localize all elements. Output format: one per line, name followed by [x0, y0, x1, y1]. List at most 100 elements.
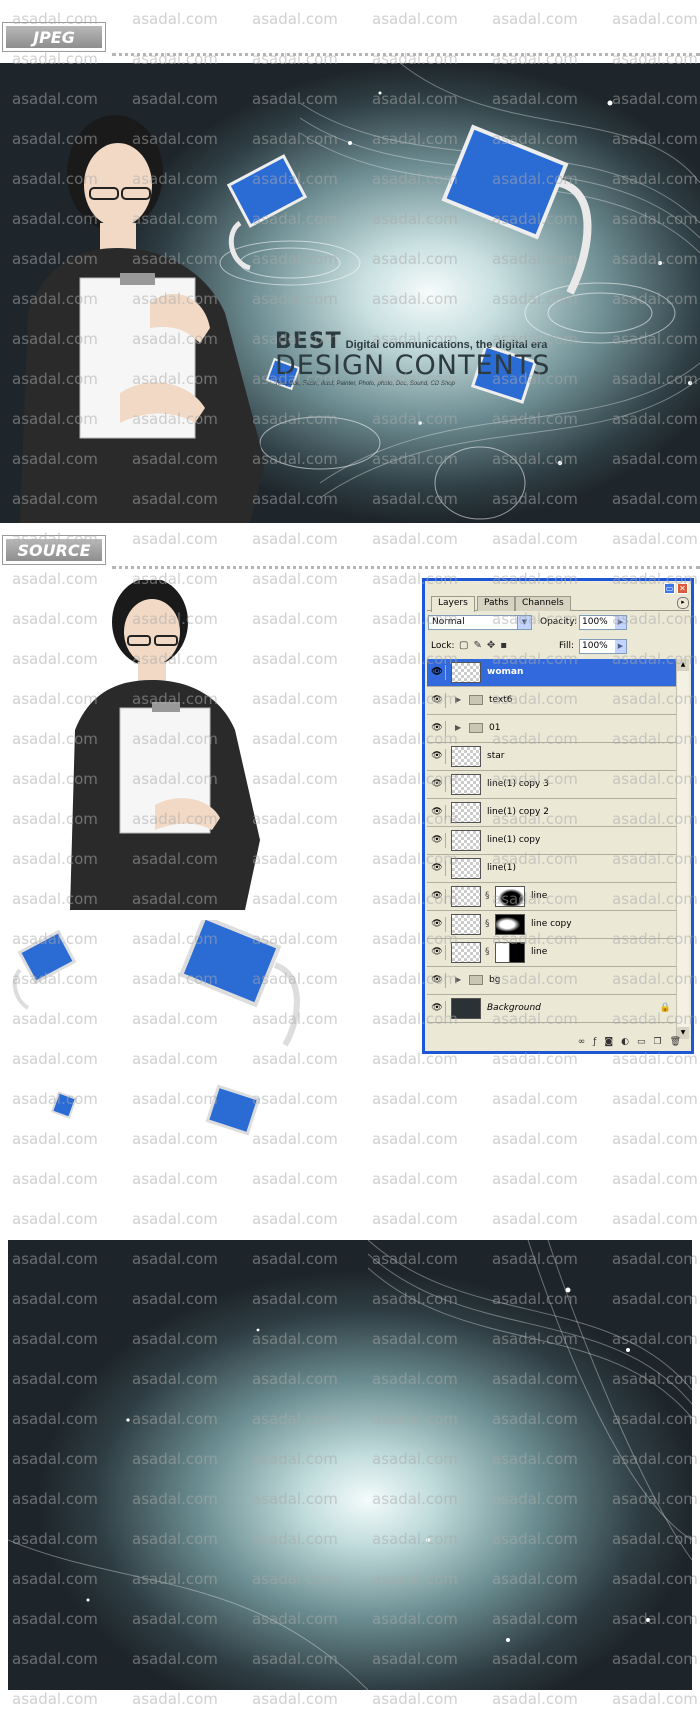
monitor-cutouts	[12, 920, 300, 1136]
layer-thumbnail	[451, 662, 481, 683]
layers-list: 👁 woman 👁 ▶ text6 👁 ▶ 01 👁 star 👁 line(1…	[427, 659, 679, 1039]
lock-transparent-icon[interactable]: ▢	[459, 640, 468, 651]
eye-icon[interactable]: 👁	[429, 721, 446, 736]
dotted-divider-2	[112, 566, 700, 569]
fill-arrow-icon[interactable]: ▶	[615, 640, 626, 653]
layers-scrollbar[interactable]: ▲ ▼	[676, 659, 689, 1039]
watermark-text: asadal.com	[12, 1170, 98, 1188]
lock-move-icon[interactable]: ✥	[487, 640, 495, 651]
new-group-icon[interactable]: ▭	[637, 1037, 646, 1049]
eye-icon[interactable]: 👁	[429, 973, 446, 988]
layer-row[interactable]: 👁 ▶ bg	[427, 967, 679, 995]
expand-arrow-icon[interactable]: ▶	[455, 723, 461, 732]
opacity-value: 100%	[582, 617, 608, 627]
layers-panel: ▭ ✕ Layers Paths Channels ▸ Normal ▼ Opa…	[422, 578, 694, 1054]
eye-icon[interactable]: 👁	[429, 861, 446, 876]
tab-paths[interactable]: Paths	[477, 596, 516, 611]
layer-name: line(1) copy 2	[487, 807, 549, 817]
tab-layers[interactable]: Layers	[431, 596, 475, 612]
link-layers-icon[interactable]: ∞	[578, 1037, 586, 1049]
eye-icon[interactable]: 👁	[429, 665, 446, 680]
watermark-text: asadal.com	[372, 1690, 458, 1708]
layer-thumbnail	[451, 914, 481, 935]
headline-design-contents: DESIGN CONTENTS	[275, 350, 551, 381]
watermark-text: asadal.com	[492, 530, 578, 548]
eye-icon[interactable]: 👁	[429, 749, 446, 764]
lock-icon: 🔒	[659, 1003, 671, 1013]
layer-row[interactable]: 👁 § line	[427, 939, 679, 967]
watermark-text: asadal.com	[612, 1090, 698, 1108]
layer-name: Background	[487, 1003, 541, 1013]
tab-channels[interactable]: Channels	[515, 596, 571, 611]
blend-mode-select[interactable]: Normal ▼	[428, 615, 532, 630]
watermark-text: asadal.com	[492, 1690, 578, 1708]
layer-row[interactable]: 👁 line(1) copy 2	[427, 799, 679, 827]
layer-row[interactable]: 👁 line(1) copy	[427, 827, 679, 855]
eye-icon[interactable]: 👁	[429, 1001, 446, 1016]
new-layer-icon[interactable]: ❐	[653, 1037, 661, 1049]
panel-menu-icon[interactable]: ▸	[677, 597, 689, 609]
folder-icon	[469, 695, 483, 705]
layer-row[interactable]: 👁 star	[427, 743, 679, 771]
watermark-text: asadal.com	[492, 10, 578, 28]
close-icon[interactable]: ✕	[677, 583, 688, 594]
watermark-text: asadal.com	[12, 1210, 98, 1228]
watermark-text: asadal.com	[612, 10, 698, 28]
background-artwork	[8, 1240, 692, 1690]
watermark-text: asadal.com	[612, 1210, 698, 1228]
opacity-input[interactable]: 100% ▶	[579, 615, 627, 630]
layer-mask-thumbnail	[495, 914, 525, 935]
background-plate-image	[8, 1240, 692, 1690]
watermark-text: asadal.com	[372, 10, 458, 28]
layer-row[interactable]: 👁 ▶ text6	[427, 687, 679, 715]
fill-input[interactable]: 100% ▶	[579, 639, 627, 654]
expand-arrow-icon[interactable]: ▶	[455, 695, 461, 704]
scroll-up-icon[interactable]: ▲	[677, 659, 689, 671]
eye-icon[interactable]: 👁	[429, 805, 446, 820]
lock-brush-icon[interactable]: ✎	[473, 640, 481, 651]
fill-label: Fill:	[559, 641, 575, 651]
chain-link-icon[interactable]: §	[485, 919, 490, 929]
eye-icon[interactable]: 👁	[429, 917, 446, 932]
watermark-text: asadal.com	[372, 530, 458, 548]
layer-name: line copy	[531, 919, 572, 929]
jpeg-section-tab: JPEG	[2, 22, 106, 52]
add-mask-icon[interactable]: ◙	[604, 1037, 613, 1049]
panel-footer: ∞ ƒ ◙ ◐ ▭ ❐ 🗑	[427, 1037, 689, 1049]
watermark-text: asadal.com	[612, 1170, 698, 1188]
lock-all-icon[interactable]: ▪	[500, 640, 507, 651]
watermark-text: asadal.com	[492, 1130, 578, 1148]
layer-row[interactable]: 👁 woman	[427, 659, 679, 687]
eye-icon[interactable]: 👁	[429, 777, 446, 792]
minimize-icon[interactable]: ▭	[664, 583, 675, 594]
eye-icon[interactable]: 👁	[429, 889, 446, 904]
trash-icon[interactable]: 🗑	[670, 1037, 681, 1049]
layer-name: text6	[489, 695, 513, 705]
chevron-down-icon: ▼	[517, 616, 531, 629]
woman-figure	[20, 115, 265, 523]
watermark-text: asadal.com	[612, 530, 698, 548]
layer-row[interactable]: 👁 line(1)	[427, 855, 679, 883]
chain-link-icon[interactable]: §	[485, 891, 490, 901]
layer-row[interactable]: 👁 § line	[427, 883, 679, 911]
watermark-text: asadal.com	[132, 1690, 218, 1708]
layer-style-icon[interactable]: ƒ	[593, 1037, 596, 1049]
fill-value: 100%	[582, 641, 608, 651]
watermark-text: asadal.com	[252, 1170, 338, 1188]
layer-name: line(1) copy	[487, 835, 541, 845]
watermark-text: asadal.com	[372, 1210, 458, 1228]
expand-arrow-icon[interactable]: ▶	[455, 975, 461, 984]
eye-icon[interactable]: 👁	[429, 693, 446, 708]
eye-icon[interactable]: 👁	[429, 945, 446, 960]
layer-row[interactable]: 👁 line(1) copy 3	[427, 771, 679, 799]
chain-link-icon[interactable]: §	[485, 947, 490, 957]
watermark-text: asadal.com	[252, 10, 338, 28]
layer-row[interactable]: 👁 ▶ 01	[427, 715, 679, 743]
watermark-text: asadal.com	[612, 1690, 698, 1708]
layer-thumbnail	[451, 942, 481, 963]
adjustment-layer-icon[interactable]: ◐	[621, 1037, 629, 1049]
layer-row[interactable]: 👁 § line copy	[427, 911, 679, 939]
eye-icon[interactable]: 👁	[429, 833, 446, 848]
layer-row[interactable]: 👁 Background 🔒	[427, 995, 679, 1023]
opacity-arrow-icon[interactable]: ▶	[615, 616, 626, 629]
